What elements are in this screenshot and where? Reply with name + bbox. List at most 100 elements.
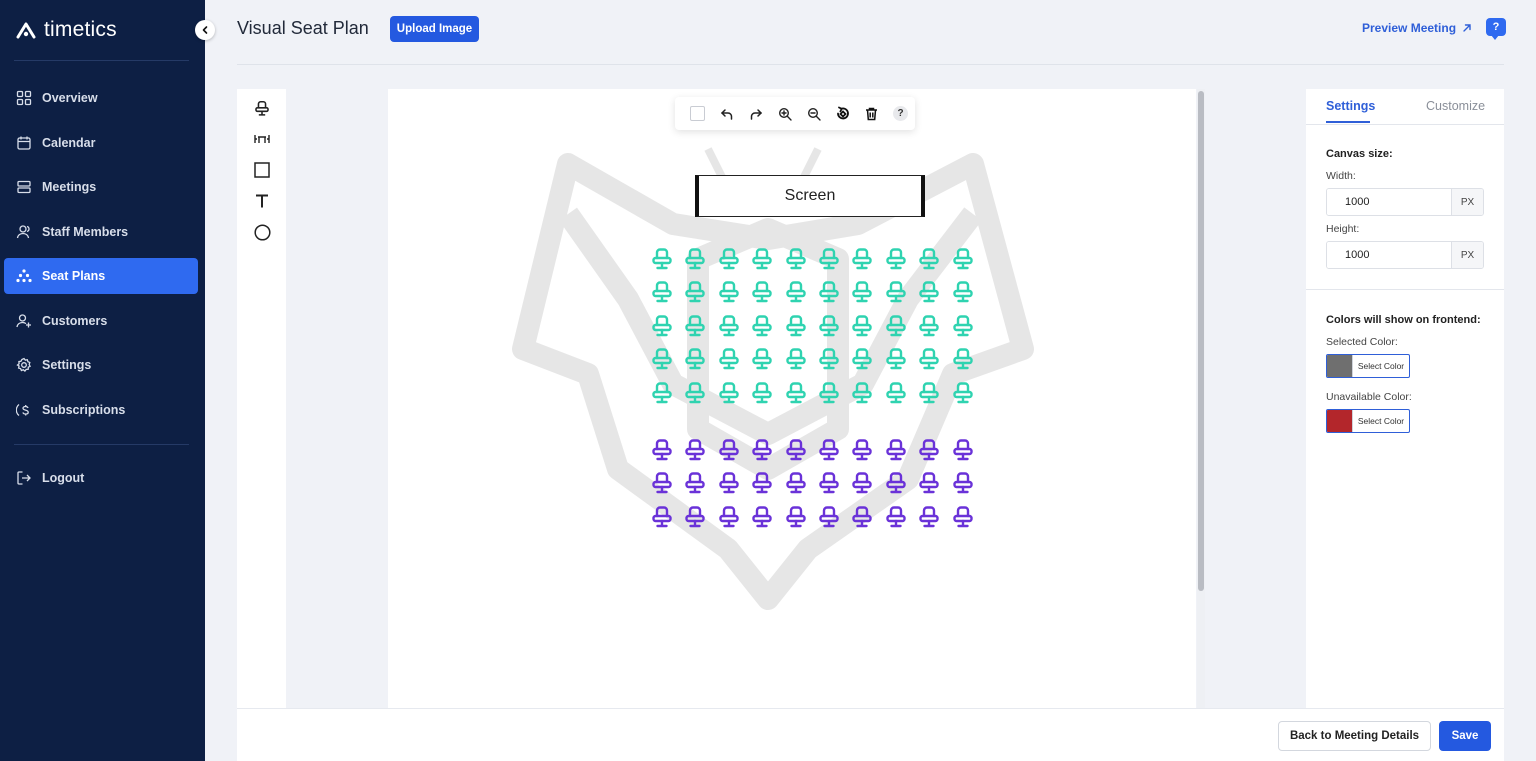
seat-icon[interactable] [851,438,873,462]
seat-icon[interactable] [751,247,773,271]
seat-icon[interactable] [952,438,974,462]
seat-icon[interactable] [684,505,706,529]
seat-icon[interactable] [651,347,673,371]
sidebar-item-seat-plans[interactable]: Seat Plans [4,258,198,294]
seat-icon[interactable] [785,347,807,371]
sidebar-item-logout[interactable]: Logout [4,460,198,496]
seat-icon[interactable] [751,505,773,529]
seat-icon[interactable] [718,314,740,338]
tab-customize[interactable]: Customize [1426,99,1485,113]
seat-icon[interactable] [751,471,773,495]
seat-icon[interactable] [785,438,807,462]
seat-icon[interactable] [952,247,974,271]
sidebar-collapse-button[interactable] [195,20,215,40]
seat-icon[interactable] [785,505,807,529]
selected-color-picker[interactable]: Select Color [1326,354,1410,378]
seat-icon[interactable] [885,505,907,529]
width-input[interactable] [1327,189,1451,215]
seat-icon[interactable] [684,314,706,338]
sidebar-item-settings[interactable]: Settings [4,347,198,383]
seat-icon[interactable] [885,381,907,405]
seat-icon[interactable] [651,280,673,304]
seat-icon[interactable] [918,505,940,529]
height-input[interactable] [1327,242,1451,268]
circle-tool-icon[interactable] [251,221,273,243]
seat-icon[interactable] [651,471,673,495]
seat-icon[interactable] [818,347,840,371]
seat-icon[interactable] [651,505,673,529]
brand-logo[interactable]: timetics [16,18,117,42]
seat-icon[interactable] [952,347,974,371]
seat-icon[interactable] [785,280,807,304]
trash-icon[interactable] [857,102,886,126]
seat-icon[interactable] [818,381,840,405]
save-button[interactable]: Save [1439,721,1491,751]
tab-settings[interactable]: Settings [1326,99,1375,113]
seat-icon[interactable] [684,471,706,495]
seat-icon[interactable] [952,280,974,304]
seat-tool-icon[interactable] [251,97,273,119]
seat-icon[interactable] [818,314,840,338]
seat-icon[interactable] [851,247,873,271]
seat-icon[interactable] [785,314,807,338]
seat-icon[interactable] [684,280,706,304]
seat-icon[interactable] [918,280,940,304]
seat-icon[interactable] [818,505,840,529]
rectangle-tool-icon[interactable] [251,159,273,181]
seat-icon[interactable] [651,314,673,338]
unavailable-color-picker[interactable]: Select Color [1326,409,1410,433]
seat-plan-canvas[interactable]: ? Screen [388,89,1196,708]
seat-icon[interactable] [952,471,974,495]
seat-icon[interactable] [751,438,773,462]
seat-icon[interactable] [918,471,940,495]
seat-icon[interactable] [885,314,907,338]
back-to-meeting-details-button[interactable]: Back to Meeting Details [1278,721,1431,751]
seat-icon[interactable] [684,381,706,405]
text-tool-icon[interactable] [251,190,273,212]
seat-icon[interactable] [785,381,807,405]
zoom-in-icon[interactable] [770,102,799,126]
rotate-icon[interactable] [828,102,857,126]
seat-icon[interactable] [952,505,974,529]
upload-image-button[interactable]: Upload Image [390,16,479,42]
seat-icon[interactable] [718,505,740,529]
seat-icon[interactable] [785,247,807,271]
undo-icon[interactable] [712,102,741,126]
seat-icon[interactable] [851,471,873,495]
seat-icon[interactable] [751,314,773,338]
scrollbar-thumb[interactable] [1198,91,1204,591]
seat-icon[interactable] [851,505,873,529]
seat-icon[interactable] [751,347,773,371]
seat-icon[interactable] [952,381,974,405]
seat-icon[interactable] [851,314,873,338]
seat-icon[interactable] [885,247,907,271]
sidebar-item-subscriptions[interactable]: Subscriptions [4,392,198,428]
seat-icon[interactable] [818,280,840,304]
sidebar-item-staff-members[interactable]: Staff Members [4,214,198,250]
sidebar-item-meetings[interactable]: Meetings [4,169,198,205]
seat-icon[interactable] [751,280,773,304]
seat-icon[interactable] [718,280,740,304]
seat-icon[interactable] [718,471,740,495]
seat-icon[interactable] [918,314,940,338]
sidebar-item-customers[interactable]: Customers [4,303,198,339]
seat-icon[interactable] [718,247,740,271]
seat-icon[interactable] [885,438,907,462]
sidebar-item-overview[interactable]: Overview [4,80,198,116]
seat-icon[interactable] [885,471,907,495]
help-chat-button[interactable]: ? [1486,18,1506,40]
seat-icon[interactable] [718,438,740,462]
seat-icon[interactable] [684,247,706,271]
seat-icon[interactable] [885,347,907,371]
seat-icon[interactable] [918,438,940,462]
seat-icon[interactable] [651,381,673,405]
redo-icon[interactable] [741,102,770,126]
seat-icon[interactable] [818,438,840,462]
seat-icon[interactable] [918,247,940,271]
seat-icon[interactable] [851,347,873,371]
seat-icon[interactable] [818,471,840,495]
seat-icon[interactable] [851,381,873,405]
seat-icon[interactable] [918,381,940,405]
preview-meeting-link[interactable]: Preview Meeting [1362,21,1472,35]
seat-icon[interactable] [952,314,974,338]
